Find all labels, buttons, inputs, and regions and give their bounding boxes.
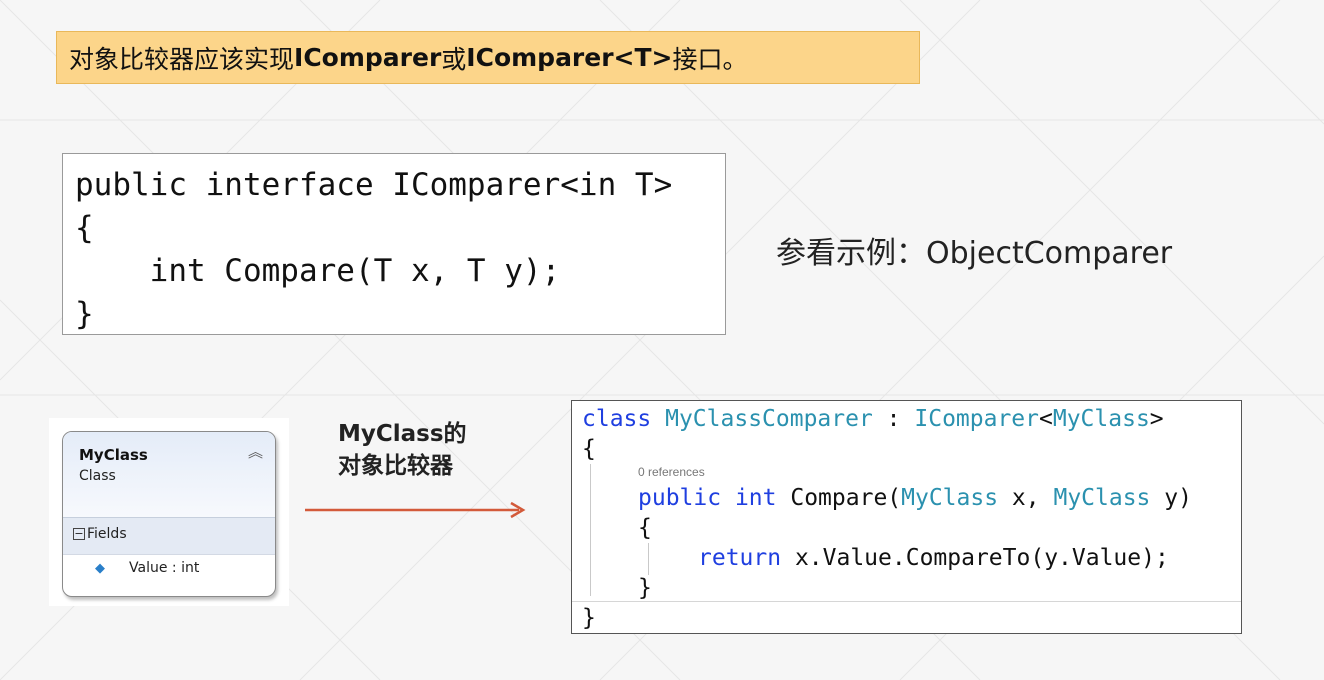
code-open-brace: { <box>582 436 596 462</box>
title-text-2: 或 <box>441 44 467 74</box>
title-iface-2: IComparer<T> <box>466 43 673 72</box>
see-example-name: ObjectComparer <box>926 236 1173 271</box>
code-method-line: public int Compare(MyClass x, MyClass y) <box>638 485 1192 511</box>
title-text-1: 对象比较器应该实现 <box>69 44 295 74</box>
code-line-1: public interface IComparer<in T> <box>75 167 673 203</box>
code-separator <box>572 601 1241 602</box>
arrow-caption-cn: 的 <box>443 420 467 447</box>
code-method-close: } <box>638 575 652 601</box>
code-line-2: { <box>75 210 94 246</box>
collapse-chevron-icon[interactable]: ︽ <box>248 441 263 462</box>
code-return-line: return x.Value.CompareTo(y.Value); <box>698 545 1169 571</box>
uml-fields-label: Fields <box>87 526 127 542</box>
title-iface-1: IComparer <box>294 43 442 72</box>
see-example-label: 参看示例： <box>776 236 926 271</box>
interface-code-block: public interface IComparer<in T> { int Co… <box>62 153 726 335</box>
indent-guide-inner <box>648 543 649 575</box>
arrow-caption: MyClass的 对象比较器 <box>338 418 467 481</box>
title-text-3: 接口。 <box>672 44 748 74</box>
code-method-open: { <box>638 515 652 541</box>
arrow-caption-en: MyClass <box>338 421 444 447</box>
uml-class-box[interactable]: MyClass Class ︽ − Fields ◆ Value : int <box>62 431 276 597</box>
right-arrow-icon <box>305 501 526 519</box>
uml-class-name: MyClass <box>79 446 148 464</box>
code-class-line: class MyClassComparer : IComparer<MyClas… <box>582 406 1164 432</box>
code-close-brace: } <box>582 605 596 631</box>
indent-guide <box>590 464 591 596</box>
code-line-3: int Compare(T x, T y); <box>75 253 561 289</box>
field-cube-icon: ◆ <box>95 561 105 576</box>
uml-class-diagram: MyClass Class ︽ − Fields ◆ Value : int <box>49 418 289 606</box>
uml-class-header: MyClass Class ︽ <box>63 432 275 518</box>
code-references-lens[interactable]: 0 references <box>638 465 705 479</box>
uml-field-row[interactable]: ◆ Value : int <box>63 555 275 585</box>
see-example-note: 参看示例：ObjectComparer <box>776 228 1172 272</box>
uml-class-kind: Class <box>79 468 116 484</box>
code-line-4: } <box>75 296 94 332</box>
collapse-minus-icon[interactable]: − <box>73 528 85 540</box>
arrow-caption-line2: 对象比较器 <box>338 452 453 479</box>
comparer-code-block: class MyClassComparer : IComparer<MyClas… <box>571 400 1242 634</box>
uml-fields-section[interactable]: − Fields <box>63 518 275 555</box>
title-banner: 对象比较器应该实现 IComparer 或 IComparer<T> 接口。 <box>56 31 920 84</box>
uml-field-text: Value : int <box>129 560 200 576</box>
